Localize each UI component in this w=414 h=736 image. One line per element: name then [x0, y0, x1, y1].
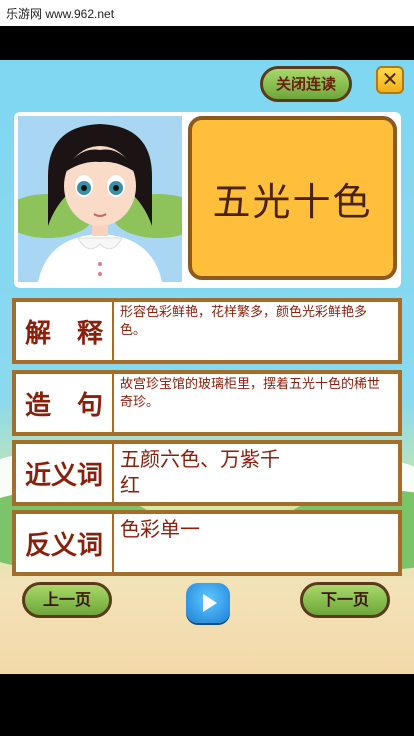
- prev-page-button[interactable]: 上一页: [22, 582, 112, 618]
- bottom-bar: [0, 674, 414, 736]
- play-icon[interactable]: [186, 583, 230, 623]
- synonym-row: 近义词 五颜六色、万紫千红: [12, 440, 402, 506]
- watermark-bar: 乐游网 www.962.net: [0, 0, 414, 26]
- example-sentence-row: 造 句 故宫珍宝馆的玻璃柜里，摆着五光十色的稀世奇珍。: [12, 370, 402, 436]
- example-sentence-text: 故宫珍宝馆的玻璃柜里，摆着五光十色的稀世奇珍。: [120, 377, 381, 410]
- synonym-label: 近义词: [16, 444, 114, 502]
- antonym-text: 色彩单一: [120, 517, 200, 541]
- definition-label: 解 释: [16, 302, 114, 360]
- idiom-card: 五光十色: [188, 116, 397, 280]
- idiom-header-panel: 五光十色: [14, 112, 401, 288]
- antonym-row: 反义词 色彩单一: [12, 510, 402, 576]
- definition-text: 形容色彩鲜艳，花样繁多，颜色光彩鲜艳多色。: [120, 305, 368, 338]
- definition-row: 解 释 形容色彩鲜艳，花样繁多，颜色光彩鲜艳多色。: [12, 298, 402, 364]
- close-continuous-read-button[interactable]: 关闭连读: [260, 66, 352, 102]
- idiom-title: 五光十色: [212, 179, 373, 224]
- example-sentence-label: 造 句: [16, 374, 114, 432]
- next-page-button[interactable]: 下一页: [300, 582, 390, 618]
- antonym-label: 反义词: [16, 514, 114, 572]
- synonym-text: 五颜六色、万紫千红: [120, 447, 280, 497]
- watermark-text: 乐游网 www.962.net: [6, 7, 115, 21]
- app-screen: 关闭连读 ✕ 五光十色 解 释 形容色彩鲜艳，花样繁多，颜色光彩鲜艳多色。 造 …: [0, 60, 414, 674]
- girl-illustration: [18, 116, 182, 282]
- close-icon[interactable]: ✕: [376, 66, 404, 94]
